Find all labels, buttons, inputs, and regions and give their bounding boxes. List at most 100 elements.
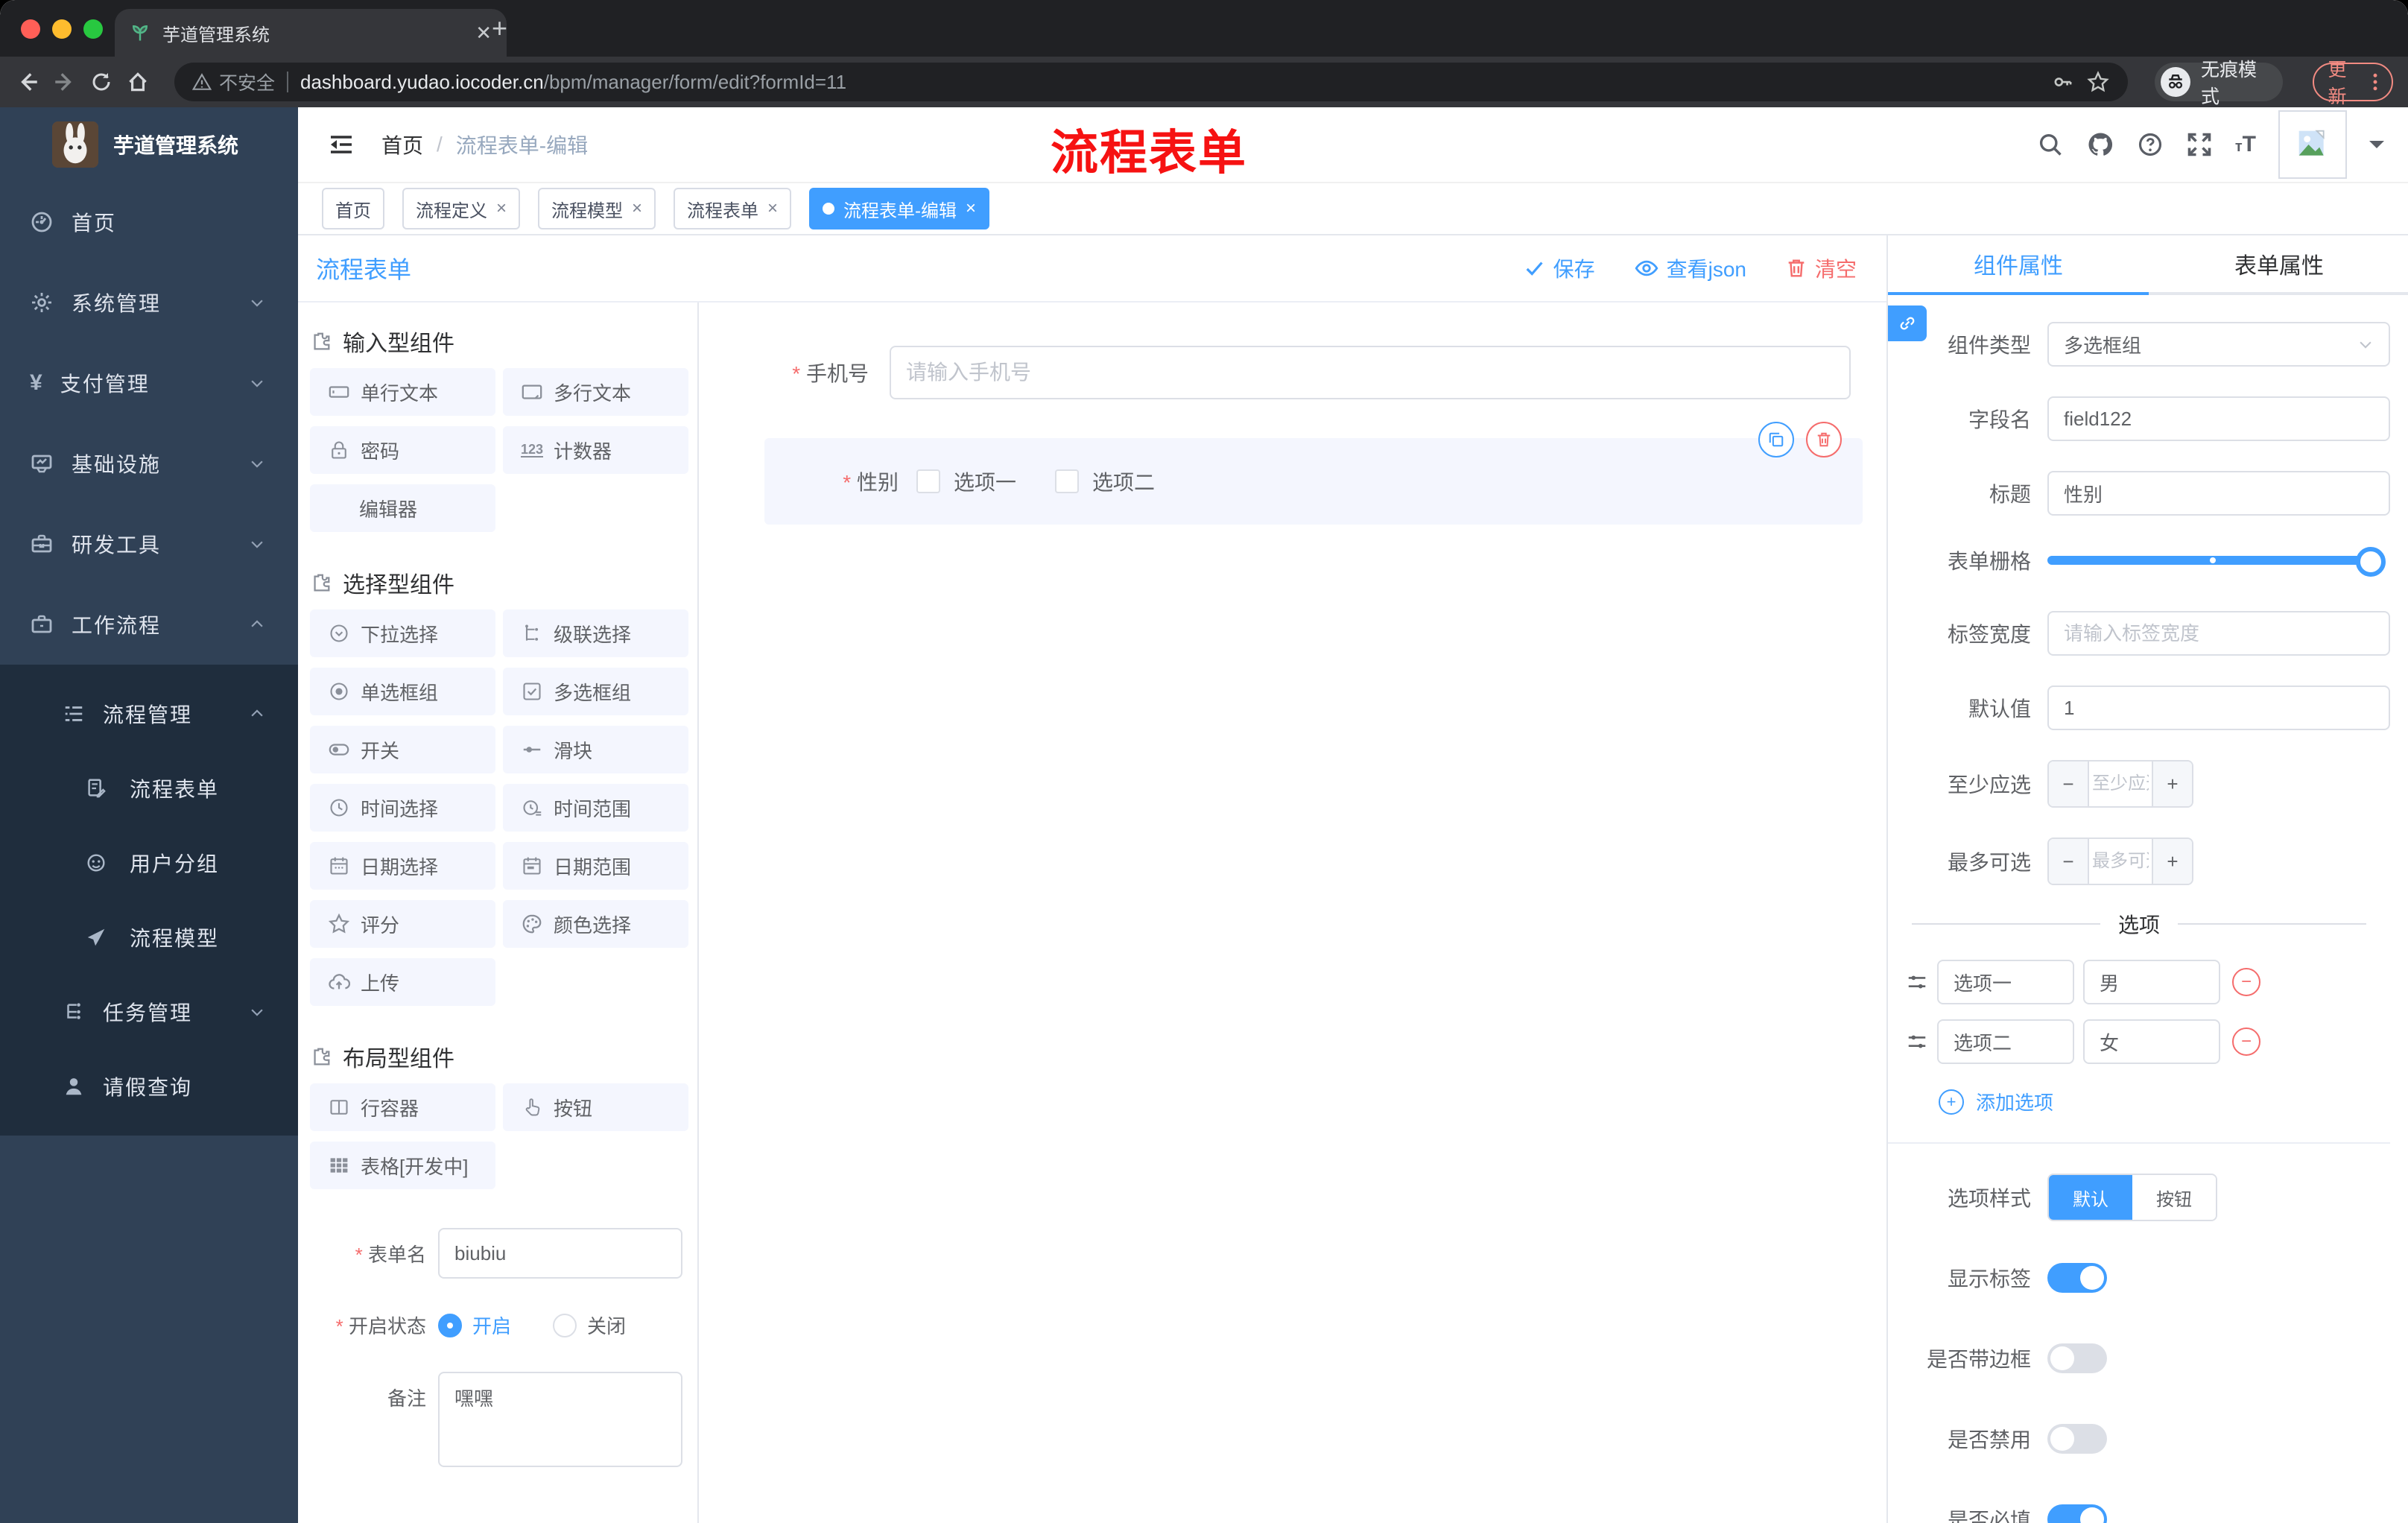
palette-item-slider[interactable]: 滑块	[503, 726, 688, 773]
tab-close-icon[interactable]: ✕	[475, 22, 492, 45]
palette-item-time-range[interactable]: 时间范围	[503, 784, 688, 832]
help-icon[interactable]	[2137, 131, 2164, 158]
browser-menu-icon[interactable]	[2372, 72, 2378, 92]
view-json-button[interactable]: 查看json	[1634, 253, 1746, 283]
stepper-increase-button[interactable]: +	[2152, 762, 2192, 806]
option-2-value-input[interactable]	[2083, 1019, 2220, 1064]
tag-close-icon[interactable]: ×	[632, 198, 642, 219]
palette-item-radio-group[interactable]: 单选框组	[310, 668, 495, 715]
form-grid-slider[interactable]	[2047, 547, 2386, 577]
gender-option-1-checkbox[interactable]: 选项一	[916, 466, 1016, 496]
option-2-label-input[interactable]	[1937, 1019, 2074, 1064]
password-key-icon[interactable]	[2052, 71, 2074, 93]
tab-component-props[interactable]: 组件属性	[1888, 235, 2149, 295]
sidebar-item-workflow[interactable]: 工作流程	[0, 584, 298, 665]
show-label-toggle[interactable]	[2047, 1263, 2107, 1293]
sidebar-item-system[interactable]: 系统管理	[0, 262, 298, 343]
sidebar-item-infrastructure[interactable]: 基础设施	[0, 423, 298, 504]
field-name-input[interactable]	[2047, 396, 2390, 441]
sidebar-item-dev-tools[interactable]: 研发工具	[0, 504, 298, 584]
sidebar-item-process-mgmt[interactable]: 流程管理	[0, 677, 298, 751]
min-select-input[interactable]	[2089, 762, 2152, 806]
avatar-caret-icon[interactable]	[2369, 141, 2384, 156]
stepper-decrease-button[interactable]: −	[2049, 839, 2089, 884]
new-tab-button[interactable]: +	[492, 15, 507, 42]
palette-item-editor[interactable]: 编辑器	[310, 484, 495, 532]
label-width-input[interactable]	[2047, 611, 2390, 656]
tag-process-form-edit[interactable]: 流程表单-编辑 ×	[809, 188, 990, 229]
form-canvas[interactable]: 手机号 性别	[699, 303, 1886, 1523]
reload-icon[interactable]	[89, 70, 113, 94]
palette-item-cascade[interactable]: 级联选择	[503, 609, 688, 657]
palette-item-upload[interactable]: 上传	[310, 958, 495, 1006]
close-window-button[interactable]	[21, 19, 40, 39]
tag-process-model[interactable]: 流程模型 ×	[538, 188, 656, 229]
style-default-button[interactable]: 默认	[2049, 1175, 2132, 1220]
back-icon[interactable]	[15, 69, 40, 95]
delete-component-button[interactable]	[1806, 422, 1842, 457]
drag-handle-icon[interactable]	[1906, 1030, 1928, 1054]
not-secure-badge[interactable]: 不安全	[192, 69, 275, 95]
form-remark-textarea[interactable]: 嘿嘿	[438, 1372, 682, 1467]
form-name-input[interactable]	[438, 1228, 682, 1279]
palette-item-single-text[interactable]: 单行文本	[310, 368, 495, 416]
forward-icon[interactable]	[52, 69, 77, 95]
update-browser-button[interactable]: 更新	[2313, 60, 2393, 107]
add-option-button[interactable]: + 添加选项	[1939, 1088, 2390, 1115]
palette-item-checkbox-group[interactable]: 多选框组	[503, 668, 688, 715]
gender-option-2-checkbox[interactable]: 选项二	[1055, 466, 1155, 496]
stepper-decrease-button[interactable]: −	[2049, 762, 2089, 806]
border-toggle[interactable]	[2047, 1343, 2107, 1373]
search-icon[interactable]	[2037, 131, 2064, 158]
bookmark-star-icon[interactable]	[2086, 70, 2110, 94]
collapse-sidebar-icon[interactable]	[328, 131, 355, 158]
home-icon[interactable]	[125, 69, 150, 95]
sidebar-item-user-group[interactable]: 用户分组	[0, 826, 298, 900]
sidebar-item-home[interactable]: 首页	[0, 182, 298, 262]
canvas-field-phone[interactable]: 手机号	[741, 346, 1886, 399]
sidebar-item-task-mgmt[interactable]: 任务管理	[0, 975, 298, 1049]
save-button[interactable]: 保存	[1524, 253, 1595, 283]
palette-item-date-range[interactable]: 日期范围	[503, 842, 688, 890]
remove-option-button[interactable]: −	[2232, 1028, 2260, 1056]
palette-item-password[interactable]: 密码	[310, 426, 495, 474]
drag-handle-icon[interactable]	[1906, 970, 1928, 994]
palette-item-button[interactable]: 按钮	[503, 1083, 688, 1131]
palette-item-select[interactable]: 下拉选择	[310, 609, 495, 657]
palette-item-row-container[interactable]: 行容器	[310, 1083, 495, 1131]
palette-item-table[interactable]: 表格[开发中]	[310, 1142, 495, 1189]
sidebar-item-payment[interactable]: ¥ 支付管理	[0, 343, 298, 423]
stepper-increase-button[interactable]: +	[2152, 839, 2192, 884]
sidebar-item-process-form[interactable]: 流程表单	[0, 751, 298, 826]
github-icon[interactable]	[2086, 130, 2114, 159]
browser-tab[interactable]: 芋道管理系统 ✕	[115, 9, 507, 57]
default-value-input[interactable]	[2047, 685, 2390, 730]
status-off-radio[interactable]: 关闭	[553, 1311, 626, 1339]
remove-option-button[interactable]: −	[2232, 968, 2260, 996]
tag-close-icon[interactable]: ×	[966, 198, 976, 219]
phone-input[interactable]	[890, 346, 1851, 399]
palette-item-multi-text[interactable]: 多行文本	[503, 368, 688, 416]
tag-close-icon[interactable]: ×	[767, 198, 778, 219]
max-select-input[interactable]	[2089, 839, 2152, 884]
canvas-field-gender-selected[interactable]: 性别 选项一 选项二	[764, 422, 1863, 525]
clear-button[interactable]: 清空	[1785, 253, 1857, 283]
palette-item-rate[interactable]: 评分	[310, 900, 495, 948]
option-1-label-input[interactable]	[1937, 960, 2074, 1004]
palette-item-counter[interactable]: 123 计数器	[503, 426, 688, 474]
fullscreen-icon[interactable]	[2186, 131, 2213, 158]
palette-item-date-picker[interactable]: 日期选择	[310, 842, 495, 890]
minimize-window-button[interactable]	[52, 19, 72, 39]
sidebar-item-leave-query[interactable]: 请假查询	[0, 1049, 298, 1124]
required-toggle[interactable]	[2047, 1504, 2107, 1523]
link-icon-button[interactable]	[1888, 305, 1927, 341]
style-button-button[interactable]: 按钮	[2132, 1175, 2216, 1220]
address-bar[interactable]: 不安全 dashboard.yudao.iocoder.cn/bpm/manag…	[174, 63, 2128, 101]
avatar[interactable]	[2278, 110, 2347, 179]
component-type-select[interactable]: 多选框组	[2047, 322, 2390, 367]
tag-process-form[interactable]: 流程表单 ×	[674, 188, 792, 229]
palette-item-switch[interactable]: 开关	[310, 726, 495, 773]
title-input[interactable]	[2047, 471, 2390, 516]
palette-item-time-picker[interactable]: 时间选择	[310, 784, 495, 832]
slider-handle[interactable]	[2356, 547, 2386, 577]
